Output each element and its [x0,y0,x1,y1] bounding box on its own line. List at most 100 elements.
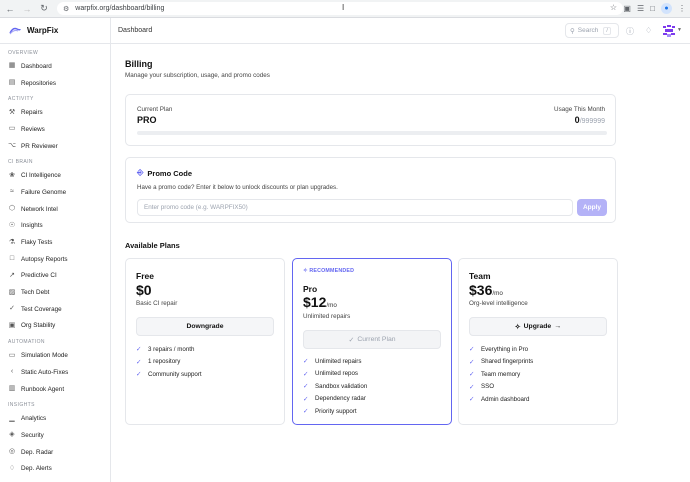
sidebar-item-predictive-ci[interactable]: ↗ Predictive CI [0,268,110,285]
sidebar-item-simulation-mode[interactable]: ▭ Simulation Mode [0,347,110,364]
current-plan-card: Current Plan PRO Usage This Month 0/9999… [125,94,616,146]
text-cursor-icon: I [342,3,345,12]
check-icon: ✓ [136,346,142,354]
extensions-icon[interactable]: ☰ [637,4,644,13]
sidepanel-icon[interactable]: □ [650,4,655,13]
plan-card-pro: ✧ RECOMMENDED Pro $12/mo Unlimited repai… [292,258,452,425]
brand[interactable]: WarpFix [0,18,110,44]
sidebar-item-test-coverage[interactable]: ✓ Test Coverage [0,301,110,318]
address-bar[interactable]: ⚙ warpfix.org/dashboard/billing I ☆ [57,2,623,15]
sidebar-item-autopsy-reports[interactable]: □ Autopsy Reports [0,251,110,268]
downgrade-button-label: Downgrade [186,323,224,330]
user-avatar-icon[interactable] [662,25,676,37]
sidebar-item-org-stability[interactable]: ▣ Org Stability [0,318,110,335]
plan-feature-text: 1 repository [148,358,181,366]
sidebar-item-reviews[interactable]: ▭ Reviews [0,121,110,138]
site-info-icon[interactable]: ⚙ [63,5,69,13]
page-subtitle: Manage your subscription, usage, and pro… [125,72,270,79]
plan-feature-list: ✓ 3 repairs / month ✓ 1 repository ✓ Communit… [136,343,202,381]
plan-feature-text: Team memory [481,370,521,378]
grid-icon: ▦ [8,62,16,70]
brain-icon: ❀ [9,171,15,179]
sidebar-item-dep-radar[interactable]: ◎ Dep. Radar [0,444,110,461]
sidebar-item-ci-intelligence[interactable]: ❀ CI Intelligence [0,167,110,184]
sidebar-item-label: Failure Genome [21,188,67,196]
plan-price-period: /mo [326,302,337,309]
browser-menu-icon[interactable]: ⋮ [678,4,686,13]
plan-feature: ✓ Community support [136,368,202,381]
plan-feature-list: ✓ Unlimited repairs ✓ Unlimited repos ✓ Sandb… [303,355,367,418]
chevron-down-icon[interactable]: ▼ [677,27,682,33]
current-plan-button-label: Current Plan [357,336,396,343]
reload-icon[interactable]: ↻ [37,2,51,16]
plan-feature: ✓ Admin dashboard [469,393,533,406]
plan-feature: ✓ 1 repository [136,356,202,369]
breadcrumb[interactable]: Dashboard [118,27,152,34]
plan-feature: ✓ Everything in Pro [469,343,533,356]
search-input[interactable]: ⚲ Search / [565,23,619,38]
sidebar-section-label: ACTIVITY [8,96,34,103]
plan-feature: ✓ Sandbox validation [303,380,367,393]
plan-name: Team [469,271,491,281]
promo-code-input[interactable] [137,199,573,216]
notification-bell-icon[interactable]: ♢ [645,26,652,35]
usage-progress-bar [137,131,607,135]
book-icon: ▥ [8,385,16,393]
plan-feature-text: Community support [148,370,202,378]
sidebar-item-dashboard[interactable]: ▦ Dashboard [0,58,110,75]
plan-name: Pro [303,284,318,294]
sparkle-icon: ✧ [514,323,521,331]
profile-avatar-icon[interactable]: ● [661,3,672,14]
check-icon: ✓ [469,383,475,391]
sidebar-section-label: AUTOMATION [8,339,45,346]
back-icon[interactable]: ← [3,2,17,16]
plan-name: Free [136,271,154,281]
sidebar-section-label: INSIGHTS [8,402,35,409]
sidebar-item-label: Repositories [21,79,56,87]
sidebar-item-pr-reviewer[interactable]: ⌥ PR Reviewer [0,138,110,155]
sidebar-item-static-auto-fixes[interactable]: ‹ Static Auto-Fixes [0,364,110,381]
upgrade-button[interactable]: ✧ Upgrade → [469,317,607,336]
sidebar-item-dep-alerts[interactable]: ♢ Dep. Alerts [0,460,110,477]
code-icon: ‹ [10,368,14,376]
plan-price-amount: $0 [136,282,152,298]
search-icon: ⚲ [570,27,575,35]
cast-icon[interactable]: ▣ [623,4,631,13]
sidebar-item-network-intel[interactable]: ⬡ Network Intel [0,201,110,218]
network-icon: ⬡ [8,205,16,213]
shield-icon: ◈ [9,431,15,439]
sidebar-item-tech-debt[interactable]: ▨ Tech Debt [0,284,110,301]
sidebar-item-label: Org Stability [21,322,56,330]
sidebar-item-runbook-agent[interactable]: ▥ Runbook Agent [0,381,110,398]
bookmark-star-icon[interactable]: ☆ [610,3,617,12]
sidebar-item-failure-genome[interactable]: ≈ Failure Genome [0,184,110,201]
help-icon[interactable]: ⓘ [626,26,634,37]
forward-icon[interactable]: → [20,2,34,16]
sidebar-item-label: Security [21,431,44,439]
sidebar-item-flaky-tests[interactable]: ⚗ Flaky Tests [0,234,110,251]
downgrade-button[interactable]: Downgrade [136,317,274,336]
warpfix-logo-icon [9,27,21,34]
bell-icon: ♢ [8,464,16,472]
plan-feature: ✓ SSO [469,381,533,394]
check-icon: ✓ [303,408,309,416]
sidebar-item-label: Runbook Agent [21,385,65,393]
current-plan-button[interactable]: ✓ Current Plan [303,330,441,349]
plan-feature: ✓ Shared fingerprints [469,356,533,369]
plan-price-amount: $12 [303,294,327,310]
plan-card-team: Team $36/mo Org-level intelligence ✧ Upgr… [458,258,618,425]
building-icon: ▣ [8,321,16,329]
url-text: warpfix.org/dashboard/billing [75,5,165,12]
shield-check-icon: ✓ [9,305,15,313]
sidebar-item-security[interactable]: ◈ Security [0,427,110,444]
check-icon: ✓ [136,358,142,366]
promo-code-card: ⎆ Promo Code Have a promo code? Enter it… [125,157,616,223]
usage-readout: 0/999999 [575,115,605,125]
sidebar-item-repairs[interactable]: ⚒ Repairs [0,104,110,121]
sidebar-item-analytics[interactable]: ▁ Analytics [0,410,110,427]
sidebar-item-repositories[interactable]: ▤ Repositories [0,75,110,92]
plan-feature-text: Everything in Pro [481,345,529,353]
sidebar-item-insights[interactable]: ☉ Insights [0,218,110,235]
sidebar: WarpFix OVERVIEW ▦ Dashboard ▤ Repositories A… [0,18,111,482]
apply-button[interactable]: Apply [577,199,607,216]
